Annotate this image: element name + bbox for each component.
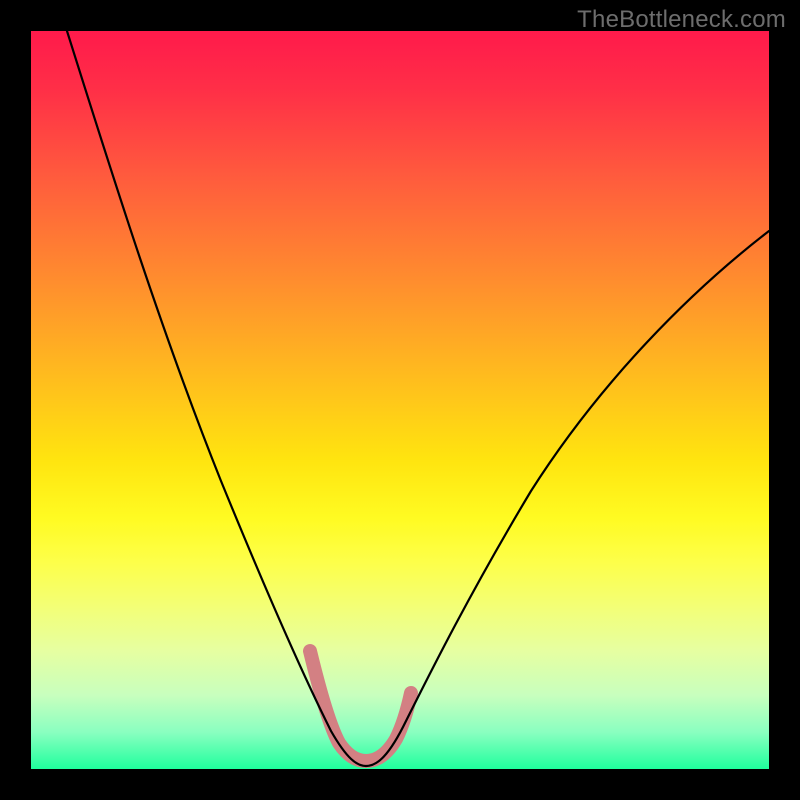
plot-area [31,31,769,769]
watermark-text: TheBottleneck.com [577,6,786,34]
curve-layer [31,31,769,769]
curve-highlight [310,651,411,761]
bottleneck-curve [67,31,769,766]
chart-frame: TheBottleneck.com [0,0,800,800]
